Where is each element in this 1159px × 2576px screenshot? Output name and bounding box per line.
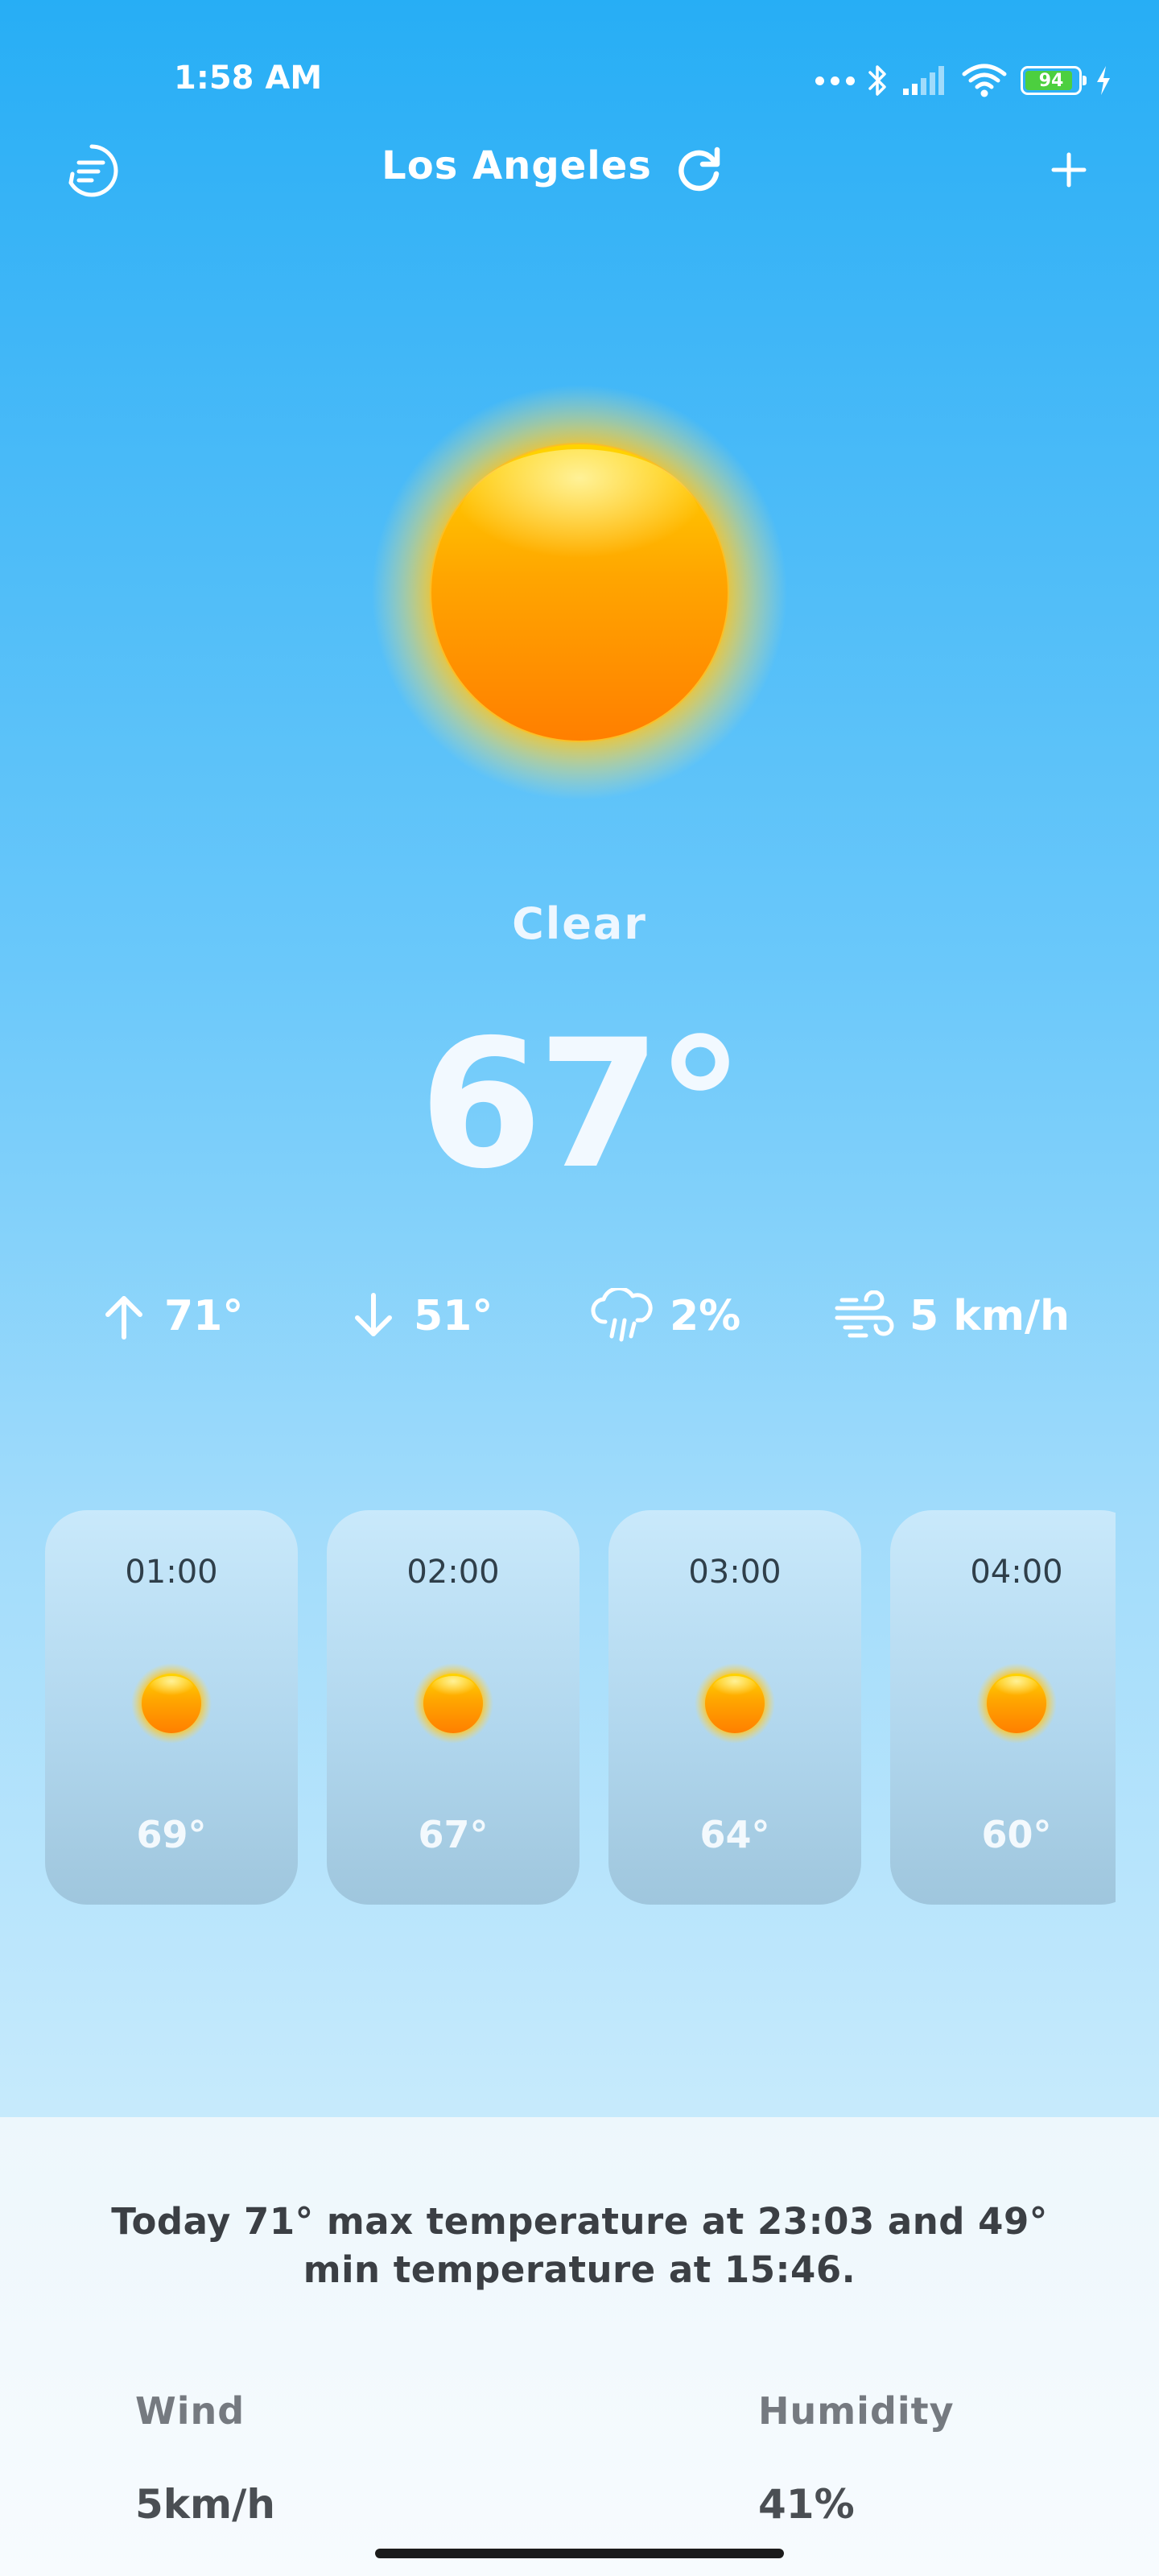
- stat-high: 71°: [98, 1280, 243, 1352]
- daily-summary: Today 71° max temperature at 23:03 and 4…: [111, 2200, 1048, 2291]
- wind-label: Wind: [135, 2389, 245, 2433]
- sun-icon: [695, 1663, 775, 1744]
- sun-icon: [976, 1663, 1057, 1744]
- hourly-card[interactable]: 04:00 60°: [890, 1510, 1116, 1905]
- hourly-temp: 60°: [981, 1813, 1052, 1856]
- city-name[interactable]: Los Angeles: [0, 143, 1033, 188]
- charging-icon: [1097, 66, 1110, 95]
- stat-precipitation: 2%: [591, 1280, 740, 1352]
- add-city-button[interactable]: [1043, 142, 1095, 198]
- wind-icon: [835, 1290, 894, 1338]
- weather-sun-icon: [372, 385, 787, 800]
- high-temp: 71°: [164, 1292, 244, 1340]
- current-temperature: 67°: [419, 1001, 744, 1208]
- wifi-icon: [962, 64, 1007, 97]
- hourly-temp: 64°: [699, 1813, 770, 1856]
- humidity-label: Humidity: [758, 2389, 955, 2433]
- battery-icon: 94: [1021, 66, 1087, 95]
- precipitation-value: 2%: [670, 1292, 741, 1340]
- refresh-icon: [678, 147, 720, 192]
- weather-condition: Clear: [512, 898, 647, 949]
- low-temp: 51°: [414, 1292, 493, 1340]
- hourly-forecast[interactable]: 01:00 69° 02:00 67° 03:00 64° 04:00 60°: [45, 1510, 1116, 1906]
- refresh-button[interactable]: [671, 138, 726, 200]
- stats-row: 71° 51° 2% 5 km/h: [90, 1280, 1088, 1352]
- wind-value: 5 km/h: [909, 1292, 1070, 1340]
- hourly-time: 01:00: [125, 1554, 218, 1591]
- hourly-time: 04:00: [970, 1554, 1063, 1591]
- home-indicator[interactable]: [375, 2549, 784, 2558]
- hourly-time: 03:00: [688, 1554, 782, 1591]
- more-dots-icon: [815, 76, 855, 85]
- wind-detail-value: 5km/h: [135, 2481, 275, 2528]
- status-time: 1:58 AM: [174, 60, 323, 97]
- bluetooth-icon: [868, 65, 886, 96]
- stat-low: 51°: [348, 1280, 493, 1352]
- battery-level: 94: [1038, 70, 1064, 91]
- hourly-card[interactable]: 03:00 64°: [608, 1510, 861, 1905]
- status-icons: 94: [815, 56, 1112, 105]
- arrow-down-icon: [355, 1293, 392, 1336]
- sun-icon: [413, 1663, 493, 1744]
- signal-icon: [903, 66, 944, 95]
- stat-wind: 5 km/h: [834, 1280, 1070, 1352]
- hourly-card[interactable]: 02:00 67°: [327, 1510, 580, 1905]
- rain-cloud-icon: [591, 1288, 653, 1342]
- hourly-time: 02:00: [406, 1554, 500, 1591]
- humidity-value: 41%: [758, 2481, 855, 2528]
- sun-icon: [131, 1663, 212, 1744]
- hourly-card[interactable]: 01:00 69°: [45, 1510, 298, 1905]
- arrow-up-icon: [105, 1296, 142, 1340]
- hourly-temp: 69°: [136, 1813, 207, 1856]
- plus-icon: [1051, 152, 1087, 188]
- hourly-temp: 67°: [418, 1813, 489, 1856]
